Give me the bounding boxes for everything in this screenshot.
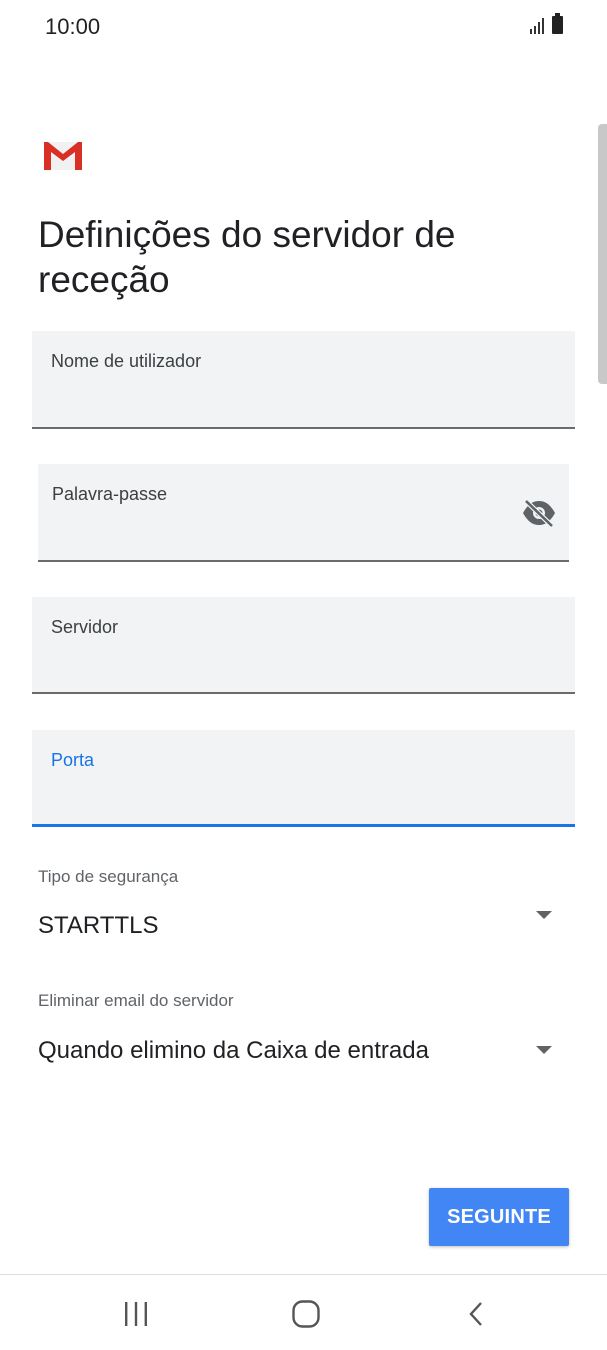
server-field[interactable]: Servidor — [32, 597, 575, 694]
delete-email-label: Eliminar email do servidor — [38, 991, 234, 1010]
password-label: Palavra-passe — [52, 484, 168, 504]
navigation-bar — [0, 1275, 607, 1350]
scrollbar[interactable] — [598, 124, 607, 384]
gmail-logo-icon — [44, 142, 82, 170]
page-title: Definições do servidor de receção — [38, 214, 456, 300]
port-field[interactable]: Porta — [32, 730, 575, 827]
delete-email-dropdown[interactable]: Quando elimino da Caixa de entrada — [38, 1025, 568, 1075]
status-time: 10:00 — [45, 14, 101, 39]
recents-icon[interactable] — [123, 1302, 149, 1326]
security-type-value: STARTTLS — [38, 912, 159, 939]
delete-email-value: Quando elimino da Caixa de entrada — [38, 1037, 429, 1064]
port-label: Porta — [51, 750, 95, 770]
dropdown-arrow-icon — [536, 1046, 552, 1054]
back-icon[interactable] — [468, 1301, 484, 1327]
username-field[interactable]: Nome de utilizador — [32, 331, 575, 429]
next-button[interactable]: SEGUINTE — [429, 1188, 569, 1246]
server-input[interactable] — [51, 656, 486, 684]
battery-icon — [552, 13, 563, 34]
visibility-off-icon[interactable] — [521, 498, 557, 528]
password-field[interactable]: Palavra-passe — [38, 464, 569, 562]
port-input[interactable] — [51, 788, 486, 816]
password-input[interactable] — [52, 524, 424, 552]
username-label: Nome de utilizador — [51, 351, 202, 371]
security-type-label: Tipo de segurança — [38, 867, 179, 886]
username-input[interactable] — [51, 391, 486, 419]
server-label: Servidor — [51, 617, 119, 637]
status-icons — [530, 13, 563, 34]
security-type-dropdown[interactable]: STARTTLS — [38, 900, 568, 950]
signal-icon — [530, 16, 544, 34]
dropdown-arrow-icon — [536, 911, 552, 919]
home-icon[interactable] — [292, 1300, 320, 1328]
